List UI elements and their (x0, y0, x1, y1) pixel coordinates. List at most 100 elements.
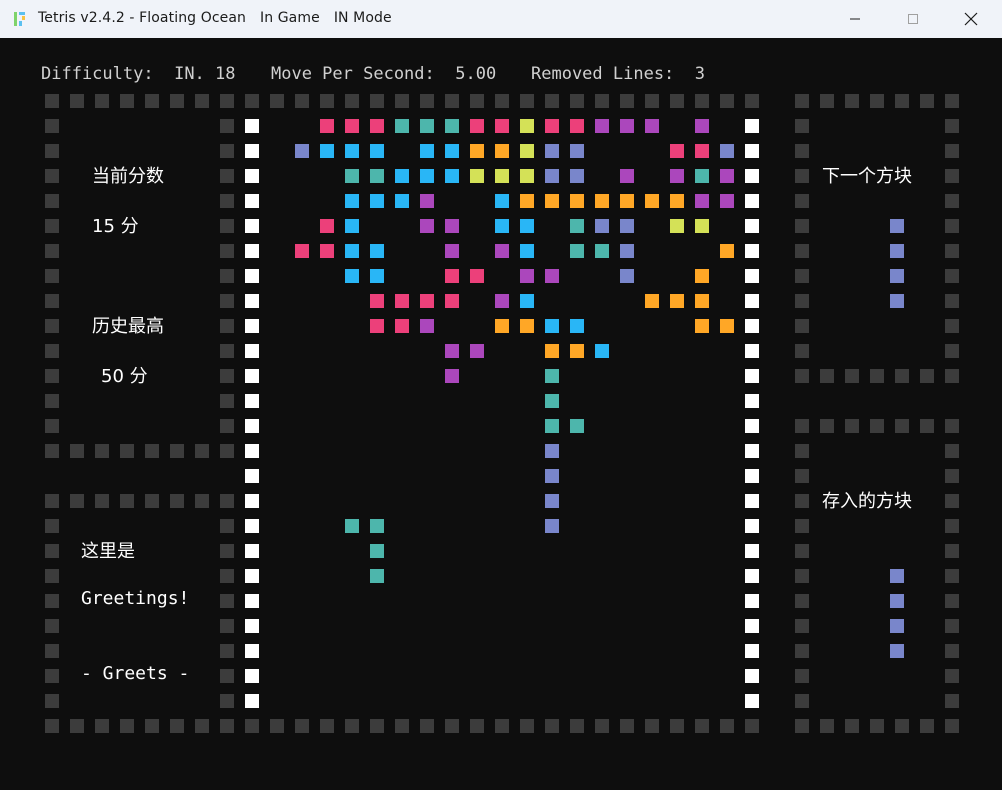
frame-block (395, 94, 409, 108)
minimize-icon (850, 18, 860, 20)
board-block (545, 169, 559, 183)
frame-block (195, 444, 209, 458)
board-block (345, 144, 359, 158)
frame-block (220, 569, 234, 583)
frame-block (945, 669, 959, 683)
frame-block (795, 119, 809, 133)
board-block (545, 144, 559, 158)
board-block (445, 244, 459, 258)
board-block (545, 444, 559, 458)
frame-block (870, 94, 884, 108)
frame-block (45, 319, 59, 333)
frame-block (220, 269, 234, 283)
wall-block (245, 344, 259, 358)
wall-block (745, 369, 759, 383)
minimize-button[interactable] (826, 0, 884, 38)
frame-block (120, 94, 134, 108)
board-block (545, 519, 559, 533)
board-block (370, 269, 384, 283)
board-block (320, 219, 334, 233)
board-block (520, 194, 534, 208)
frame-block (220, 594, 234, 608)
board-block (545, 119, 559, 133)
board-block (495, 244, 509, 258)
game-area[interactable]: Difficulty: IN. 18 Move Per Second: 5.00… (0, 38, 1002, 790)
board-block (545, 344, 559, 358)
frame-block (795, 544, 809, 558)
board-block (395, 194, 409, 208)
frame-block (395, 719, 409, 733)
frame-block (470, 94, 484, 108)
frame-block (795, 569, 809, 583)
board-block (520, 244, 534, 258)
frame-block (195, 494, 209, 508)
board-block (345, 519, 359, 533)
title-mode: IN Mode (333, 10, 392, 26)
frame-block (270, 719, 284, 733)
frame-block (220, 344, 234, 358)
board-block (545, 269, 559, 283)
wall-block (245, 569, 259, 583)
frame-block (795, 344, 809, 358)
frame-block (245, 719, 259, 733)
board-block (345, 219, 359, 233)
frame-block (220, 369, 234, 383)
board-block (420, 119, 434, 133)
frame-block (620, 94, 634, 108)
frame-block (95, 444, 109, 458)
board-block (345, 244, 359, 258)
frame-block (570, 719, 584, 733)
frame-block (220, 169, 234, 183)
frame-block (120, 719, 134, 733)
frame-block (320, 719, 334, 733)
wall-block (245, 444, 259, 458)
board-block (545, 369, 559, 383)
frame-block (945, 169, 959, 183)
board-block (620, 219, 634, 233)
frame-block (945, 344, 959, 358)
board-block (370, 544, 384, 558)
board-block (345, 169, 359, 183)
frame-block (245, 94, 259, 108)
board-block (545, 469, 559, 483)
title-bar[interactable]: Tetris v2.4.2 - Floating Ocean In Game IN … (0, 0, 1002, 38)
board-block (695, 269, 709, 283)
board-block (695, 169, 709, 183)
frame-block (795, 519, 809, 533)
board-block (570, 344, 584, 358)
wall-block (745, 494, 759, 508)
frame-block (920, 369, 934, 383)
frame-block (220, 144, 234, 158)
next-piece-label: 下一个方块 (822, 166, 912, 187)
hold-piece-block (890, 619, 904, 633)
frame-block (120, 444, 134, 458)
wall-block (745, 694, 759, 708)
board-block (370, 319, 384, 333)
frame-block (295, 94, 309, 108)
wall-block (745, 644, 759, 658)
board-block (695, 219, 709, 233)
wall-block (245, 269, 259, 283)
frame-block (45, 594, 59, 608)
frame-block (595, 719, 609, 733)
frame-block (945, 144, 959, 158)
frame-block (45, 669, 59, 683)
close-button[interactable] (942, 0, 1000, 38)
board-block (695, 294, 709, 308)
board-block (620, 269, 634, 283)
frame-block (45, 294, 59, 308)
wall-block (245, 594, 259, 608)
frame-block (45, 269, 59, 283)
frame-block (220, 119, 234, 133)
frame-block (45, 419, 59, 433)
wall-block (745, 444, 759, 458)
frame-block (70, 719, 84, 733)
frame-block (795, 294, 809, 308)
maximize-icon (908, 14, 918, 24)
frame-block (870, 369, 884, 383)
wall-block (745, 619, 759, 633)
maximize-button[interactable] (884, 0, 942, 38)
board-block (370, 294, 384, 308)
wall-block (745, 519, 759, 533)
frame-block (920, 719, 934, 733)
